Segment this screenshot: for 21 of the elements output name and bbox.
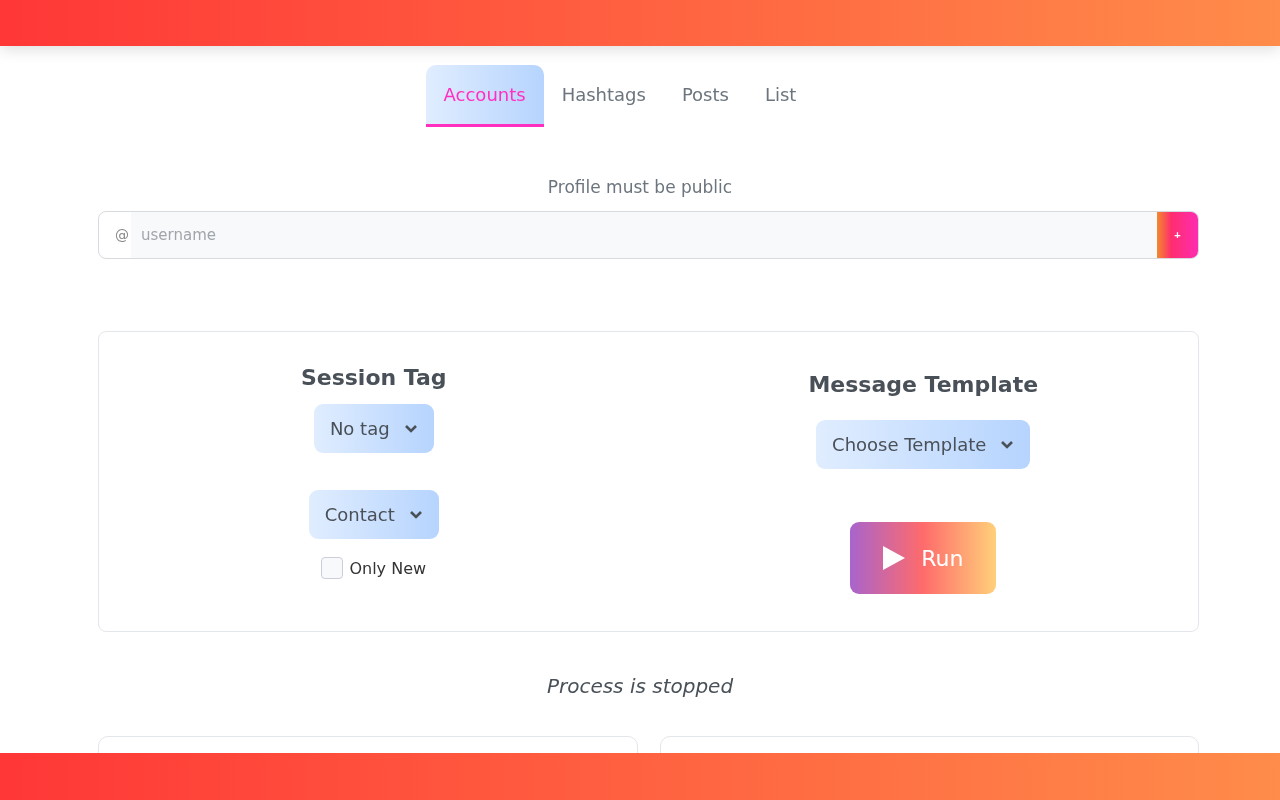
type-dropdown[interactable]: Contact [308, 490, 439, 539]
tab[interactable]: List [746, 65, 815, 127]
run-button[interactable]: Run [850, 522, 997, 594]
at-prefix: @ [114, 226, 130, 245]
status-text: Process is stopped [545, 674, 735, 698]
checkbox-label: Only New [349, 558, 427, 578]
section-title: Session Tag [300, 365, 447, 390]
tab[interactable]: Accounts [425, 65, 544, 127]
chevron-down-icon [408, 509, 423, 520]
tag-dropdown[interactable]: No tag [313, 404, 434, 453]
hint-text: Profile must be public [546, 177, 734, 197]
tab[interactable]: Posts [663, 65, 747, 127]
chevron-down-icon [1000, 439, 1015, 450]
chevron-down-icon [403, 423, 418, 434]
template-dropdown[interactable]: Choose Template [816, 420, 1031, 469]
checkbox[interactable] [321, 557, 344, 579]
add-button[interactable]: + [1157, 212, 1198, 258]
section-title: Message Template [808, 372, 1039, 397]
tab[interactable]: Hashtags [543, 65, 664, 127]
play-icon [883, 546, 906, 570]
username-field[interactable]: @ username + [98, 211, 1199, 259]
